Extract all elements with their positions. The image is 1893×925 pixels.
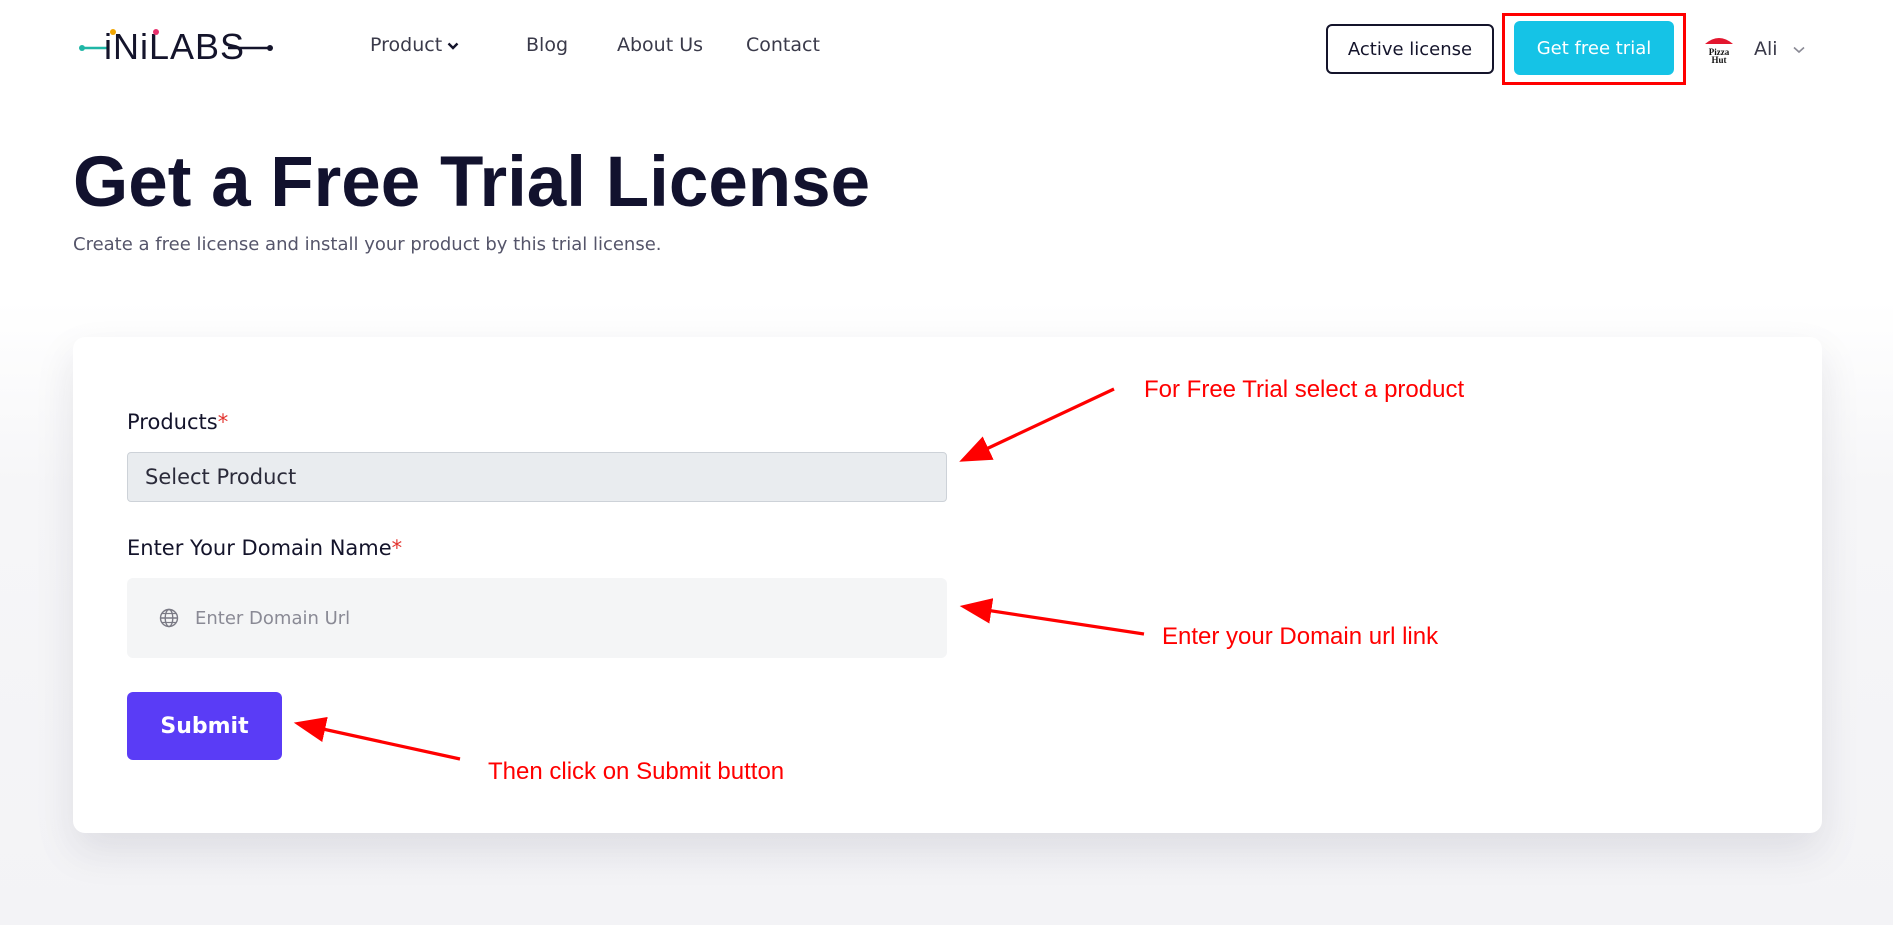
nav-contact[interactable]: Contact <box>746 34 820 56</box>
user-menu[interactable]: Pizza Hut Ali <box>1700 30 1806 68</box>
main-nav: Product Blog About Us Contact <box>370 30 820 60</box>
nav-blog[interactable]: Blog <box>526 34 617 56</box>
domain-url-input[interactable] <box>195 607 895 629</box>
nav-product-label: Product <box>370 34 443 56</box>
annotation-submit: Then click on Submit button <box>488 758 785 785</box>
page-title: Get a Free Trial License <box>73 143 871 222</box>
svg-text:Hut: Hut <box>1711 55 1726 65</box>
products-label-text: Products <box>127 410 218 434</box>
domain-field[interactable] <box>127 578 947 658</box>
product-select[interactable]: Select Product <box>127 452 947 502</box>
products-label: Products* <box>127 410 228 434</box>
globe-icon <box>159 608 179 628</box>
chevron-down-icon <box>447 34 459 56</box>
page-subtitle: Create a free license and install your p… <box>73 234 662 255</box>
required-mark: * <box>217 410 229 434</box>
nav-about-us[interactable]: About Us <box>617 34 746 56</box>
logo-text: iNiLABS <box>104 26 245 67</box>
domain-label: Enter Your Domain Name* <box>127 536 402 560</box>
inilabs-logo[interactable]: iNiLABS <box>78 22 274 70</box>
get-free-trial-button[interactable]: Get free trial <box>1514 21 1674 75</box>
avatar: Pizza Hut <box>1700 30 1738 68</box>
submit-button[interactable]: Submit <box>127 692 282 760</box>
active-license-button[interactable]: Active license <box>1326 24 1494 74</box>
pizza-hut-logo-icon: Pizza Hut <box>1705 38 1733 65</box>
required-mark: * <box>391 536 403 560</box>
site-header: iNiLABS Product Blog About Us Contact Ac… <box>0 0 1893 96</box>
chevron-down-icon <box>1792 40 1806 59</box>
nav-product[interactable]: Product <box>370 34 526 56</box>
user-name: Ali <box>1754 38 1778 60</box>
product-select-value: Select Product <box>145 465 297 489</box>
domain-label-text: Enter Your Domain Name <box>127 536 392 560</box>
annotation-domain-url: Enter your Domain url link <box>1162 623 1439 650</box>
annotation-select-product: For Free Trial select a product <box>1144 376 1465 403</box>
